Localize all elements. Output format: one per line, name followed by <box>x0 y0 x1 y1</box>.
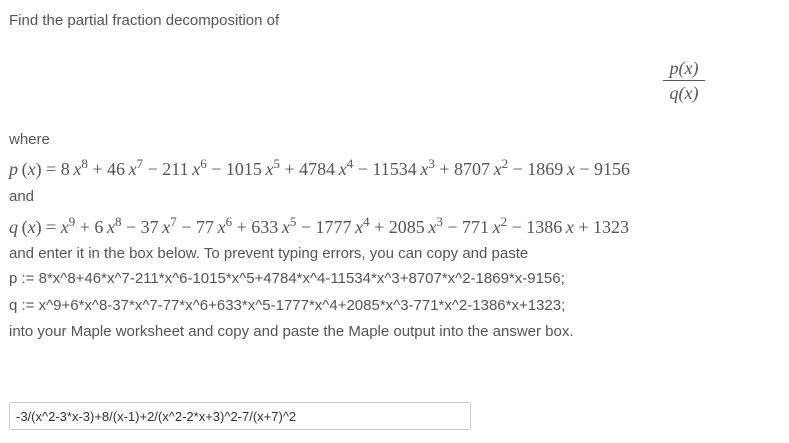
q-expression: q (x) = x9 + 6 x8 − 37 x7 − 77 x6 + 633 … <box>9 214 630 237</box>
p-expression: p (x) = 8 x8 + 46 x7 − 211 x6 − 1015 x5 … <box>9 156 631 179</box>
q-maple-code: q := x^9+6*x^8-37*x^7-77*x^6+633*x^5-177… <box>9 297 566 314</box>
fraction-display: p(x) q(x) <box>663 58 705 104</box>
fraction-numerator: p(x) <box>669 58 699 78</box>
p-maple-code: p := 8*x^8+46*x^7-211*x^6-1015*x^5+4784*… <box>9 270 565 287</box>
instruction-text-2: into your Maple worksheet and copy and p… <box>9 323 574 340</box>
fraction-denominator: q(x) <box>669 83 699 103</box>
instruction-text: and enter it in the box below. To preven… <box>9 245 529 262</box>
where-label: where <box>9 131 50 148</box>
prompt-text: Find the partial fraction decomposition … <box>9 12 280 29</box>
fraction-bar <box>663 80 705 81</box>
and-label: and <box>9 188 35 205</box>
answer-input[interactable] <box>9 402 471 430</box>
